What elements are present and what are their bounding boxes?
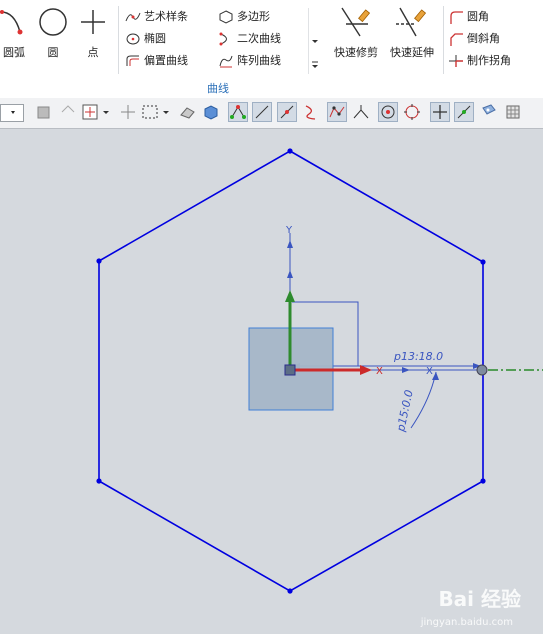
snap-grid-icon[interactable] <box>503 102 523 122</box>
studio-spline-icon <box>125 12 141 22</box>
quick-trim-label: 快速修剪 <box>334 46 378 59</box>
solid-view-icon[interactable] <box>201 102 221 122</box>
vertex-point[interactable] <box>287 148 293 154</box>
ribbon: 圆弧 圆 点 艺术样条 椭圆 偏置曲线 多边形 二次曲线 阵列曲线 快速修剪 快… <box>0 0 543 99</box>
snap-face-icon[interactable] <box>479 102 499 122</box>
origin-marker[interactable] <box>284 364 296 376</box>
vertex-point[interactable] <box>96 258 102 264</box>
y-axis-label: Y <box>285 225 293 236</box>
chevron-down-icon <box>312 40 318 68</box>
sketch-canvas[interactable]: p13:18.0 p15:0.0 Y X X Bai 经验 jingyan.ba… <box>0 129 543 634</box>
point-button[interactable]: 点 <box>78 4 108 60</box>
chevron-down-icon <box>11 111 15 114</box>
arc-icon <box>0 10 23 35</box>
offset-curve-icon <box>126 55 139 66</box>
sketch-graphics[interactable]: p13:18.0 p15:0.0 Y X X <box>0 129 543 634</box>
snap-quadrant-icon[interactable] <box>402 102 422 122</box>
box-select-icon[interactable] <box>140 102 160 122</box>
arc-label: 圆弧 <box>3 46 25 59</box>
feature-tool-icon[interactable] <box>34 102 54 122</box>
circle-icon <box>39 8 67 36</box>
arrowhead <box>432 372 439 380</box>
conic-label: 二次曲线 <box>237 32 281 45</box>
assembly-tool-icon[interactable] <box>58 102 78 122</box>
pattern-curve-icon <box>219 55 233 68</box>
conic-icon <box>219 32 227 46</box>
studio-spline-button[interactable]: 艺术样条 <box>125 8 188 26</box>
polygon-label: 多边形 <box>237 10 270 23</box>
gallery-expand-button[interactable] <box>308 8 321 74</box>
vertex-point[interactable] <box>287 588 293 594</box>
point-icon <box>81 10 105 34</box>
snap-endpoints-icon[interactable] <box>228 102 248 122</box>
arrowhead <box>285 290 295 302</box>
offset-curve-button[interactable]: 偏置曲线 <box>125 52 188 70</box>
ellipse-label: 椭圆 <box>144 32 166 45</box>
snap-point-icon[interactable] <box>80 102 100 122</box>
arrowhead <box>402 367 410 373</box>
circle-button[interactable]: 圆 <box>36 4 70 60</box>
chevron-down-icon[interactable] <box>101 102 111 122</box>
snap-intersection-icon[interactable] <box>351 102 371 122</box>
eraser-icon[interactable] <box>178 102 198 122</box>
chamfer-label: 倒斜角 <box>467 32 500 45</box>
chamfer-icon <box>450 33 463 46</box>
separator <box>118 6 119 74</box>
snap-line-icon[interactable] <box>252 102 272 122</box>
fillet-icon <box>450 11 463 24</box>
ellipse-button[interactable]: 椭圆 <box>125 30 166 48</box>
chamfer-button[interactable]: 倒斜角 <box>448 30 500 48</box>
snap-curve-icon[interactable] <box>301 102 321 122</box>
snap-midpoint-icon[interactable] <box>277 102 297 122</box>
quick-extend-label: 快速延伸 <box>390 46 434 59</box>
ellipse-icon <box>126 33 140 45</box>
vertex-point[interactable] <box>480 478 486 484</box>
separator <box>443 6 444 74</box>
x-axis-label: X <box>376 366 383 377</box>
chevron-down-icon[interactable] <box>161 102 171 122</box>
make-corner-button[interactable]: 制作拐角 <box>448 52 511 70</box>
snap-arc-center-icon[interactable] <box>378 102 398 122</box>
vertex-point[interactable] <box>96 478 102 484</box>
quick-trim-icon <box>341 7 371 37</box>
pattern-curve-label: 阵列曲线 <box>237 54 281 67</box>
curve-group-label: 曲线 <box>207 82 229 95</box>
quick-extend-icon <box>396 7 427 37</box>
quick-trim-button[interactable]: 快速修剪 <box>330 4 382 60</box>
make-corner-icon <box>449 55 463 67</box>
fillet-button[interactable]: 圆角 <box>448 8 489 26</box>
snap-point-on-curve-icon[interactable] <box>454 102 474 122</box>
point-label: 点 <box>87 46 99 59</box>
angle-dimension-arc <box>410 371 437 429</box>
x-datum-label: X <box>426 366 433 377</box>
selection-filter-dropdown[interactable] <box>0 104 24 122</box>
polygon-icon <box>219 10 233 24</box>
circle-label: 圆 <box>47 46 59 59</box>
pattern-curve-button[interactable]: 阵列曲线 <box>218 52 281 70</box>
conic-button[interactable]: 二次曲线 <box>218 30 281 48</box>
arrowhead <box>287 270 293 278</box>
make-corner-label: 制作拐角 <box>467 54 511 67</box>
baidu-watermark-logo: Bai 经验 <box>438 587 521 611</box>
watermark-url: jingyan.baidu.com <box>420 617 513 628</box>
studio-spline-label: 艺术样条 <box>144 10 188 23</box>
polygon-button[interactable]: 多边形 <box>218 8 270 26</box>
snap-existing-point-icon[interactable] <box>430 102 450 122</box>
dimension-p13-label[interactable]: p13:18.0 <box>393 350 443 363</box>
offset-curve-label: 偏置曲线 <box>144 54 188 67</box>
snap-control-point-icon[interactable] <box>327 102 347 122</box>
dimension-p15-label[interactable]: p15:0.0 <box>394 389 416 434</box>
move-icon[interactable] <box>118 102 138 122</box>
quick-extend-button[interactable]: 快速延伸 <box>386 4 438 60</box>
vertex-point[interactable] <box>480 259 486 265</box>
arrowhead <box>287 240 293 248</box>
constraint-marker[interactable] <box>476 364 488 376</box>
arc-button[interactable]: 圆弧 <box>0 4 28 60</box>
fillet-label: 圆角 <box>467 10 489 23</box>
